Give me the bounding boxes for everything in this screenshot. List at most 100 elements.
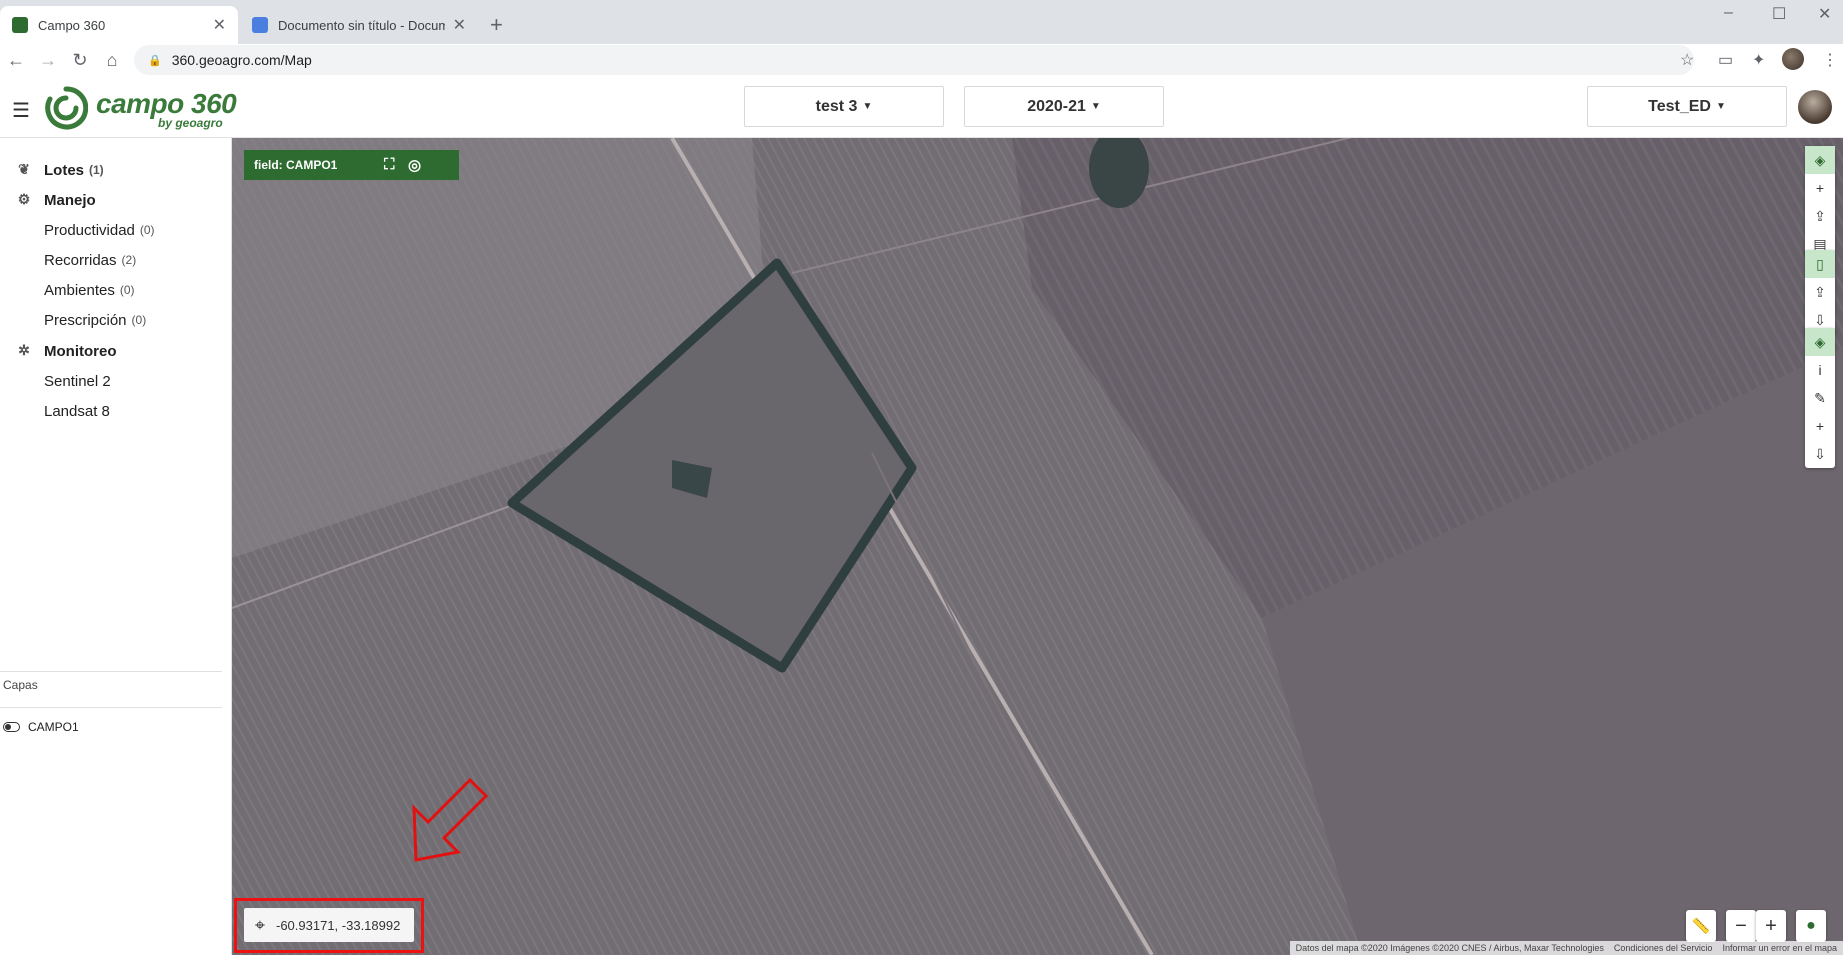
url-text: 360.geoagro.com/Map [171, 52, 312, 68]
sidebar-item-productividad[interactable]: Productividad (0) [44, 216, 155, 244]
sidebar-item-sentinel2[interactable]: Sentinel 2 [44, 367, 111, 395]
bookmark-star-icon[interactable]: ☆ [1680, 50, 1694, 70]
user-avatar[interactable] [1798, 90, 1832, 124]
extensions-icon[interactable]: ✦ [1752, 50, 1765, 70]
download-icon[interactable]: ⇩ [1805, 440, 1835, 468]
browser-chrome: Campo 360 ✕ Documento sin título - Docum… [0, 0, 1843, 76]
sidebar-item-label: Ambientes [44, 281, 115, 299]
address-bar[interactable]: 🔒 360.geoagro.com/Map [134, 45, 1694, 75]
ruler-icon: 📏 [1691, 918, 1711, 935]
sidebar-item-label: Recorridas [44, 251, 117, 269]
caret-down-icon: ▼ [1715, 101, 1726, 112]
close-tab-icon[interactable]: ✕ [453, 15, 466, 35]
close-tab-icon[interactable]: ✕ [213, 15, 226, 35]
sidebar-item-manejo[interactable]: ⚙ Manejo [0, 186, 96, 214]
layers-icon[interactable]: ◈ [1805, 146, 1835, 174]
caret-down-icon: ▼ [862, 101, 873, 112]
tab-title: Documento sin título - Documen [278, 17, 445, 33]
cast-icon[interactable]: ▭ [1718, 50, 1733, 70]
forward-icon[interactable]: → [32, 50, 64, 71]
minimize-icon[interactable]: – [1724, 4, 1733, 22]
browser-profile-avatar[interactable] [1782, 48, 1804, 70]
upload-icon[interactable]: ⇪ [1805, 278, 1835, 306]
hamburger-menu-icon[interactable]: ☰ [12, 98, 30, 123]
campo360-logo-icon [45, 86, 88, 130]
toolbar-group-2: ▯ ⇪ ⇩ [1805, 250, 1835, 334]
sidebar-item-label: Manejo [44, 191, 96, 209]
tab-documento[interactable]: Documento sin título - Documen ✕ [240, 6, 478, 44]
attribution-text: Datos del mapa ©2020 Imágenes ©2020 CNES… [1295, 943, 1604, 953]
mobile-icon[interactable]: ▯ [1805, 250, 1835, 278]
new-tab-icon[interactable]: + [490, 12, 503, 38]
sidebar-item-prescripcion[interactable]: Prescripción (0) [44, 306, 146, 334]
pencil-icon[interactable]: ✎ [1805, 384, 1835, 412]
tab-title: Campo 360 [38, 17, 106, 33]
docs-favicon-icon [252, 17, 268, 33]
divider [0, 671, 222, 672]
sidebar-item-count: (0) [139, 223, 155, 237]
sidebar-item-count: (0) [131, 313, 147, 327]
layer-item-campo1: CAMPO1 [3, 720, 79, 734]
menu-kebab-icon[interactable]: ⋮ [1822, 50, 1838, 70]
plus-icon: + [1765, 914, 1777, 937]
map-view[interactable]: field: CAMPO1 ⛶ ◎ ◈ + ⇪ ▤ ▯ ⇪ ⇩ ◈ i ✎ + … [232, 138, 1843, 955]
capas-heading: Capas [3, 678, 38, 692]
home-icon[interactable]: ⌂ [96, 50, 128, 71]
add-icon[interactable]: + [1805, 174, 1835, 202]
reload-icon[interactable]: ↻ [64, 50, 96, 71]
field-badge: field: CAMPO1 ⛶ ◎ [244, 150, 459, 180]
sidebar-item-ambientes[interactable]: Ambientes (0) [44, 276, 135, 304]
sprout-icon: ❦ [18, 161, 30, 177]
layer-toggle[interactable] [3, 722, 20, 732]
zoom-out-button[interactable]: − [1726, 910, 1756, 942]
tab-strip: Campo 360 ✕ Documento sin título - Docum… [0, 0, 1843, 44]
sidebar-item-count: (1) [89, 163, 104, 177]
sidebar-item-label: Lotes [44, 161, 85, 179]
layer-label: CAMPO1 [28, 720, 79, 734]
field-badge-label: field: CAMPO1 [254, 158, 338, 172]
highlight-box [234, 898, 424, 953]
user-dropdown[interactable]: Test_ED ▼ [1587, 86, 1787, 127]
browser-toolbar: ← → ↻ ⌂ 🔒 360.geoagro.com/Map ☆ ▭ ✦ ⋮ [0, 44, 1843, 76]
fullscreen-icon[interactable]: ⛶ [384, 156, 395, 173]
sidebar-item-landsat8[interactable]: Landsat 8 [44, 397, 110, 425]
globe-icon: ● [1806, 917, 1816, 934]
maximize-icon[interactable]: ☐ [1772, 4, 1786, 24]
user-dropdown-label: Test_ED [1648, 97, 1711, 115]
sidebar-item-monitoreo[interactable]: ✲ Monitoreo [0, 337, 116, 365]
map-attribution: Datos del mapa ©2020 Imágenes ©2020 CNES… [1289, 941, 1843, 955]
basemap-button[interactable]: ● [1796, 910, 1826, 942]
season-dropdown-label: 2020-21 [1027, 97, 1086, 115]
terms-link[interactable]: Condiciones del Servicio [1614, 943, 1713, 953]
upload-icon[interactable]: ⇪ [1805, 202, 1835, 230]
zoom-in-button[interactable]: + [1756, 910, 1786, 942]
sidebar-item-recorridas[interactable]: Recorridas (2) [44, 246, 136, 274]
layers-icon[interactable]: ◈ [1805, 328, 1835, 356]
satellite-icon: ✲ [18, 342, 30, 358]
app-header: ☰ campo 360 by geoagro test 3 ▼ 2020-21 ▼ … [0, 76, 1843, 138]
sidebar-item-count: (2) [121, 253, 137, 267]
report-error-link[interactable]: Informar un error en el mapa [1722, 943, 1837, 953]
tractor-icon: ⚙ [17, 191, 31, 207]
sidebar-item-label: Landsat 8 [44, 402, 110, 420]
palette-icon[interactable]: ◎ [408, 156, 421, 174]
toolbar-group-3: ◈ i ✎ + ⇩ [1805, 328, 1835, 468]
project-dropdown-label: test 3 [815, 97, 858, 115]
project-dropdown[interactable]: test 3 ▼ [744, 86, 944, 127]
sidebar: ❦ Lotes (1) ⚙ Manejo Productividad (0) R… [0, 138, 232, 955]
season-dropdown[interactable]: 2020-21 ▼ [964, 86, 1164, 127]
minus-icon: − [1735, 914, 1747, 937]
arrow-annotation-icon [412, 778, 488, 862]
back-icon[interactable]: ← [0, 50, 32, 71]
lock-icon: 🔒 [148, 54, 162, 67]
sidebar-item-count: (0) [119, 283, 135, 297]
sidebar-item-label: Productividad [44, 221, 135, 239]
campo360-favicon-icon [12, 17, 28, 33]
add-icon[interactable]: + [1805, 412, 1835, 440]
info-icon[interactable]: i [1805, 356, 1835, 384]
ruler-button[interactable]: 📏 [1686, 910, 1716, 942]
caret-down-icon: ▼ [1090, 101, 1101, 112]
close-window-icon[interactable]: ✕ [1818, 4, 1831, 24]
tab-campo360[interactable]: Campo 360 ✕ [0, 6, 238, 44]
sidebar-item-lotes[interactable]: ❦ Lotes (1) [0, 156, 104, 184]
